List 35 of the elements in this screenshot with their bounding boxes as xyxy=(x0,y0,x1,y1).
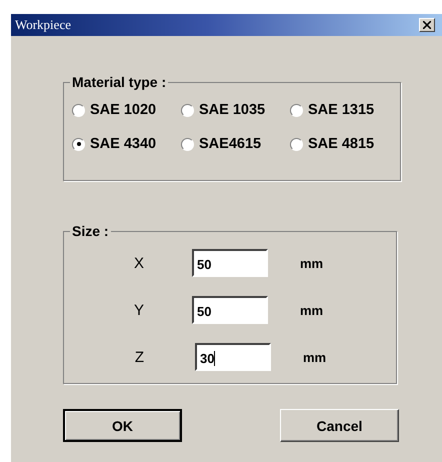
size-input-field[interactable]: 30 xyxy=(195,343,271,371)
radio-button[interactable] xyxy=(72,104,85,116)
option-label: SAE 4815 xyxy=(308,136,374,152)
axis-label: Y xyxy=(132,302,144,318)
radio-option[interactable]: SAE 1035 xyxy=(181,102,290,118)
radio-button[interactable] xyxy=(290,138,303,150)
dialog-button[interactable]: OK xyxy=(63,409,182,442)
option-label: SAE 1020 xyxy=(90,102,156,118)
size-input-field[interactable]: 50 xyxy=(192,296,268,324)
radio-button[interactable] xyxy=(181,104,194,116)
axis-label: X xyxy=(132,254,144,272)
radio-button[interactable] xyxy=(181,138,194,150)
radio-option[interactable]: SAE 4815 xyxy=(290,136,400,152)
text-cursor xyxy=(214,351,215,366)
unit-label: mm xyxy=(303,350,326,364)
unit-label: mm xyxy=(300,256,324,270)
group-label: Material type : xyxy=(71,74,168,90)
option-label: SAE 4340 xyxy=(90,136,156,152)
radio-button[interactable] xyxy=(290,104,303,116)
size-input-field[interactable]: 50 xyxy=(192,249,268,277)
window-title: Workpiece xyxy=(15,17,71,33)
group-label: Size : xyxy=(71,223,110,239)
axis-label: Z xyxy=(134,348,144,366)
radio-button[interactable] xyxy=(72,138,85,150)
radio-option[interactable]: SAE4615 xyxy=(181,136,290,152)
radio-option[interactable]: SAE 1315 xyxy=(290,102,400,118)
option-label: SAE 1315 xyxy=(308,102,374,118)
close-button[interactable] xyxy=(419,18,435,32)
close-icon xyxy=(423,21,431,29)
radio-option[interactable]: SAE 4340 xyxy=(72,136,181,152)
option-label: SAE 1035 xyxy=(199,102,266,118)
radio-option[interactable]: SAE 1020 xyxy=(72,102,181,118)
unit-label: mm xyxy=(300,302,324,318)
option-label: SAE4615 xyxy=(199,136,262,152)
dialog-button[interactable]: Cancel xyxy=(280,409,399,442)
